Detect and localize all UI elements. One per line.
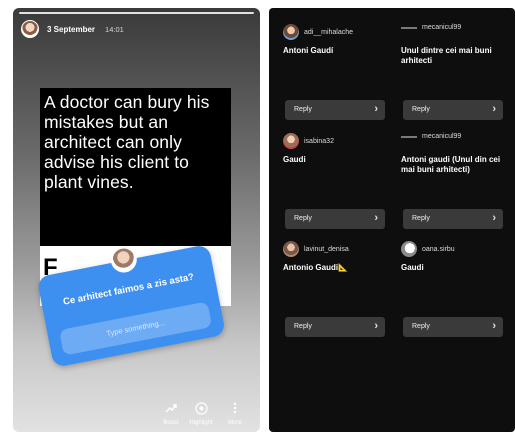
story-header: 3 September 14:01 [21, 20, 124, 38]
reply-button[interactable]: Reply › [285, 209, 385, 229]
story-footer: Boost Highlight More [13, 402, 260, 432]
reply-label: Reply [412, 215, 430, 222]
answer-text: Gaudi [401, 263, 424, 272]
boost-button[interactable]: Boost [156, 402, 186, 426]
answer-text: Antoni Gaudí [283, 46, 334, 55]
boost-label: Boost [163, 420, 179, 426]
avatar[interactable] [283, 24, 299, 40]
username[interactable]: lavinut_denisa [304, 246, 349, 253]
highlight-label: Highlight [189, 420, 213, 426]
screenshot-root: 3 September 14:01 A doctor can bury his … [0, 0, 515, 432]
answer-text: Antonio Gaudi📐 [283, 263, 349, 272]
story-progress-bar [19, 12, 254, 14]
mini-avatar-icon [401, 26, 417, 29]
reply-label: Reply [294, 323, 312, 330]
username[interactable]: isabina32 [304, 138, 334, 145]
chevron-right-icon: › [492, 320, 496, 332]
avatar[interactable] [401, 241, 417, 257]
reply-label: Reply [294, 215, 312, 222]
chevron-right-icon: › [492, 103, 496, 115]
card-header: oana.sirbu [401, 241, 503, 257]
reply-card: isabina32 Gaudi Reply › [275, 123, 385, 233]
highlight-button[interactable]: Highlight [186, 402, 216, 426]
story-time: 14:01 [105, 24, 124, 34]
reply-card: oana.sirbu Gaudi Reply › [393, 231, 503, 341]
reply-button[interactable]: Reply › [285, 100, 385, 120]
reply-card: lavinut_denisa Antonio Gaudi📐 Reply › [275, 231, 385, 341]
vertical-dots-icon [220, 402, 250, 418]
question-input[interactable]: Type something... [59, 301, 213, 356]
reply-label: Reply [412, 323, 430, 330]
card-header: adi__mihalache [283, 24, 385, 40]
username[interactable]: oana.sirbu [422, 246, 455, 253]
quote-text: A doctor can bury his mistakes but an ar… [44, 92, 210, 192]
reply-card: mecanicul99 Unul dintre cei mai buni arh… [393, 14, 503, 124]
mini-avatar-icon [401, 135, 417, 138]
chevron-right-icon: › [374, 320, 378, 332]
reply-card: adi__mihalache Antoni Gaudí Reply › [275, 14, 385, 124]
chevron-right-icon: › [374, 212, 378, 224]
username[interactable]: mecanicul99 [422, 133, 461, 140]
answer-text: Unul dintre cei mai buni arhitecti [401, 46, 492, 65]
username[interactable]: mecanicul99 [422, 24, 461, 31]
more-button[interactable]: More [220, 402, 250, 426]
reply-label: Reply [294, 106, 312, 113]
avatar[interactable] [21, 20, 39, 38]
card-header: mecanicul99 [401, 133, 503, 140]
reply-button[interactable]: Reply › [403, 100, 503, 120]
question-placeholder: Type something... [105, 317, 166, 339]
reply-button[interactable]: Reply › [403, 317, 503, 337]
reply-button[interactable]: Reply › [403, 209, 503, 229]
highlight-circle-icon [186, 402, 216, 418]
trend-up-icon [156, 402, 186, 418]
chevron-right-icon: › [492, 212, 496, 224]
story-panel: 3 September 14:01 A doctor can bury his … [13, 8, 260, 432]
reply-button[interactable]: Reply › [285, 317, 385, 337]
reply-card: mecanicul99 Antoni gaudi (Unul din cei m… [393, 123, 503, 233]
story-date: 3 September [47, 24, 96, 34]
chevron-right-icon: › [374, 103, 378, 115]
card-header: isabina32 [283, 133, 385, 149]
card-header: mecanicul99 [401, 24, 503, 31]
avatar[interactable] [283, 241, 299, 257]
reply-label: Reply [412, 106, 430, 113]
card-header: lavinut_denisa [283, 241, 385, 257]
avatar[interactable] [283, 133, 299, 149]
answer-text: Gaudi [283, 155, 306, 164]
username[interactable]: adi__mihalache [304, 29, 353, 36]
question-title: Ce arhitect faimos a zis asta? [62, 271, 195, 308]
answer-text: Antoni gaudi (Unul din cei mai buni arhi… [401, 155, 501, 174]
replies-panel: adi__mihalache Antoni Gaudí Reply › meca… [269, 8, 515, 432]
more-label: More [228, 420, 242, 426]
